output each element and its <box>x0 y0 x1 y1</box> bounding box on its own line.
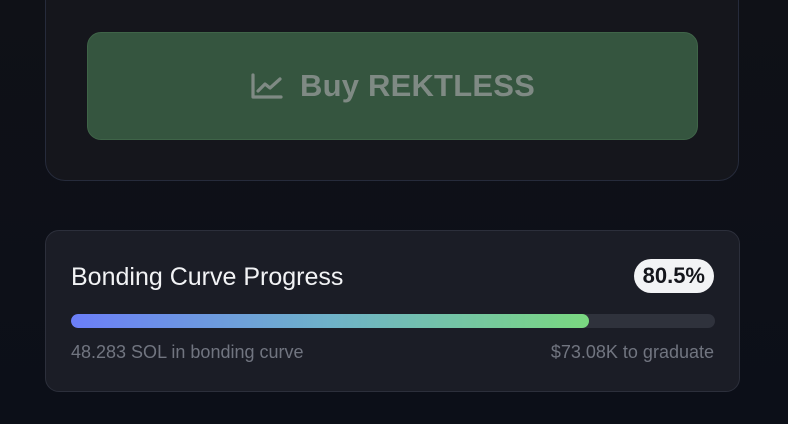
progress-percent-badge: 80.5% <box>633 259 714 293</box>
buy-button-label: Buy REKTLESS <box>300 68 535 103</box>
progress-track <box>71 314 715 328</box>
sol-in-curve-text: 48.283 SOL in bonding curve <box>71 342 304 362</box>
bonding-curve-title: Bonding Curve Progress <box>71 263 344 291</box>
buy-button[interactable]: Buy REKTLESS <box>87 32 698 140</box>
chart-line-icon <box>250 72 284 100</box>
to-graduate-text: $73.08K to graduate <box>550 342 714 362</box>
progress-fill <box>71 314 590 328</box>
bonding-curve-card: Bonding Curve Progress 80.5% 48.283 SOL … <box>45 230 740 392</box>
